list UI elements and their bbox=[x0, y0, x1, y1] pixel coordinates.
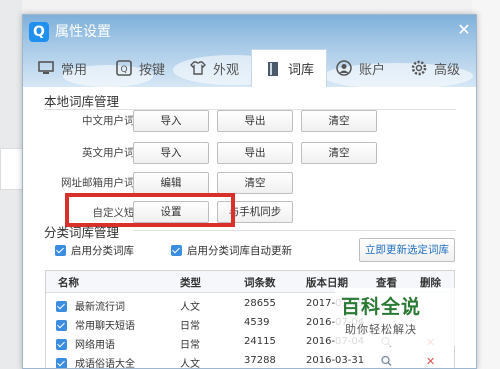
tab-label: 高级 bbox=[434, 62, 461, 78]
row-label-english-dict: 英文用户词库 bbox=[82, 147, 145, 159]
tab-label: 按键 bbox=[139, 62, 166, 78]
user-icon bbox=[335, 59, 353, 77]
svg-text:Q: Q bbox=[120, 65, 127, 75]
url-email-clear-button[interactable]: 清空 bbox=[217, 172, 293, 194]
checkbox-label: 启用分类词库 bbox=[71, 245, 134, 257]
tab-general[interactable]: 常用 bbox=[37, 49, 87, 87]
tab-account[interactable]: 账户 bbox=[335, 49, 385, 87]
column-header-type: 类型 bbox=[180, 277, 201, 289]
checkbox-checked-icon[interactable] bbox=[56, 301, 67, 312]
auto-update-checkbox[interactable]: 启用分类词库自动更新 bbox=[171, 243, 292, 258]
tab-keys[interactable]: Q 按键 bbox=[115, 49, 165, 87]
tab-label: 账户 bbox=[359, 62, 386, 78]
view-icon[interactable] bbox=[380, 355, 394, 368]
keyboard-key-icon: Q bbox=[115, 59, 133, 77]
checkbox-checked-icon bbox=[55, 245, 66, 256]
section-divider bbox=[133, 230, 456, 231]
row-date: 2016-03-31 bbox=[306, 355, 365, 366]
watermark-title: 百科全说 bbox=[341, 296, 422, 318]
tab-advanced[interactable]: 高级 bbox=[410, 49, 460, 87]
background-panel bbox=[0, 148, 24, 190]
enable-category-checkbox[interactable]: 启用分类词库 bbox=[55, 243, 134, 258]
english-export-button[interactable]: 导出 bbox=[217, 142, 293, 164]
english-clear-button[interactable]: 清空 bbox=[301, 142, 377, 164]
row-type: 人文 bbox=[180, 359, 200, 369]
gear-icon bbox=[410, 59, 428, 77]
row-name: 最新流行词 bbox=[75, 302, 125, 313]
row-count: 37288 bbox=[244, 355, 276, 366]
tab-bar: 常用 Q 按键 外观 词库 账户 高级 bbox=[23, 49, 476, 87]
url-email-edit-button[interactable]: 编辑 bbox=[133, 172, 209, 194]
row-type: 日常 bbox=[180, 321, 200, 332]
book-icon bbox=[264, 60, 282, 78]
chinese-import-button[interactable]: 导入 bbox=[133, 110, 209, 132]
row-label-chinese-dict: 中文用户词库 bbox=[82, 115, 145, 127]
checkbox-checked-icon[interactable] bbox=[56, 339, 67, 350]
row-label-url-email-dict: 网址邮箱用户词库 bbox=[61, 177, 145, 189]
window-title: 属性设置 bbox=[55, 24, 111, 40]
monitor-icon bbox=[37, 59, 55, 77]
row-type: 日常 bbox=[180, 340, 200, 351]
english-import-button[interactable]: 导入 bbox=[133, 142, 209, 164]
update-selected-button[interactable]: 立即更新选定词库 bbox=[359, 238, 455, 262]
row-count: 4539 bbox=[244, 317, 270, 328]
table-row[interactable]: 成语俗语大全 人文 37288 2016-03-31 ✕ bbox=[46, 352, 454, 369]
tab-label: 常用 bbox=[61, 62, 88, 78]
row-type: 人文 bbox=[180, 302, 200, 313]
chinese-export-button[interactable]: 导出 bbox=[217, 110, 293, 132]
watermark: 百科全说 助你轻松解决 bbox=[335, 288, 475, 346]
row-name: 网络用语 bbox=[75, 340, 115, 351]
chinese-clear-button[interactable]: 清空 bbox=[301, 110, 377, 132]
column-header-count: 词条数 bbox=[244, 277, 276, 289]
close-button[interactable]: ✕ bbox=[453, 19, 475, 41]
delete-icon[interactable]: ✕ bbox=[426, 355, 435, 368]
tshirt-icon bbox=[189, 59, 207, 77]
row-name: 常用聊天短语 bbox=[75, 321, 135, 332]
category-section-title: 分类词库管理 bbox=[44, 225, 120, 240]
watermark-subtitle: 助你轻松解决 bbox=[345, 323, 417, 336]
column-header-name: 名称 bbox=[58, 277, 79, 289]
checkbox-checked-icon[interactable] bbox=[56, 320, 67, 331]
checkbox-checked-icon bbox=[171, 245, 182, 256]
tab-label: 外观 bbox=[213, 62, 240, 78]
local-section-title: 本地词库管理 bbox=[44, 94, 120, 109]
row-count: 24115 bbox=[244, 336, 276, 347]
checkbox-checked-icon[interactable] bbox=[56, 358, 67, 368]
app-logo-icon: Q bbox=[29, 22, 49, 42]
checkbox-label: 启用分类词库自动更新 bbox=[187, 245, 292, 257]
tab-appearance[interactable]: 外观 bbox=[189, 49, 239, 87]
row-count: 28655 bbox=[244, 298, 276, 309]
tab-label: 词库 bbox=[288, 63, 315, 78]
tab-dictionary[interactable]: 词库 bbox=[251, 49, 328, 87]
row-name: 成语俗语大全 bbox=[75, 359, 135, 369]
